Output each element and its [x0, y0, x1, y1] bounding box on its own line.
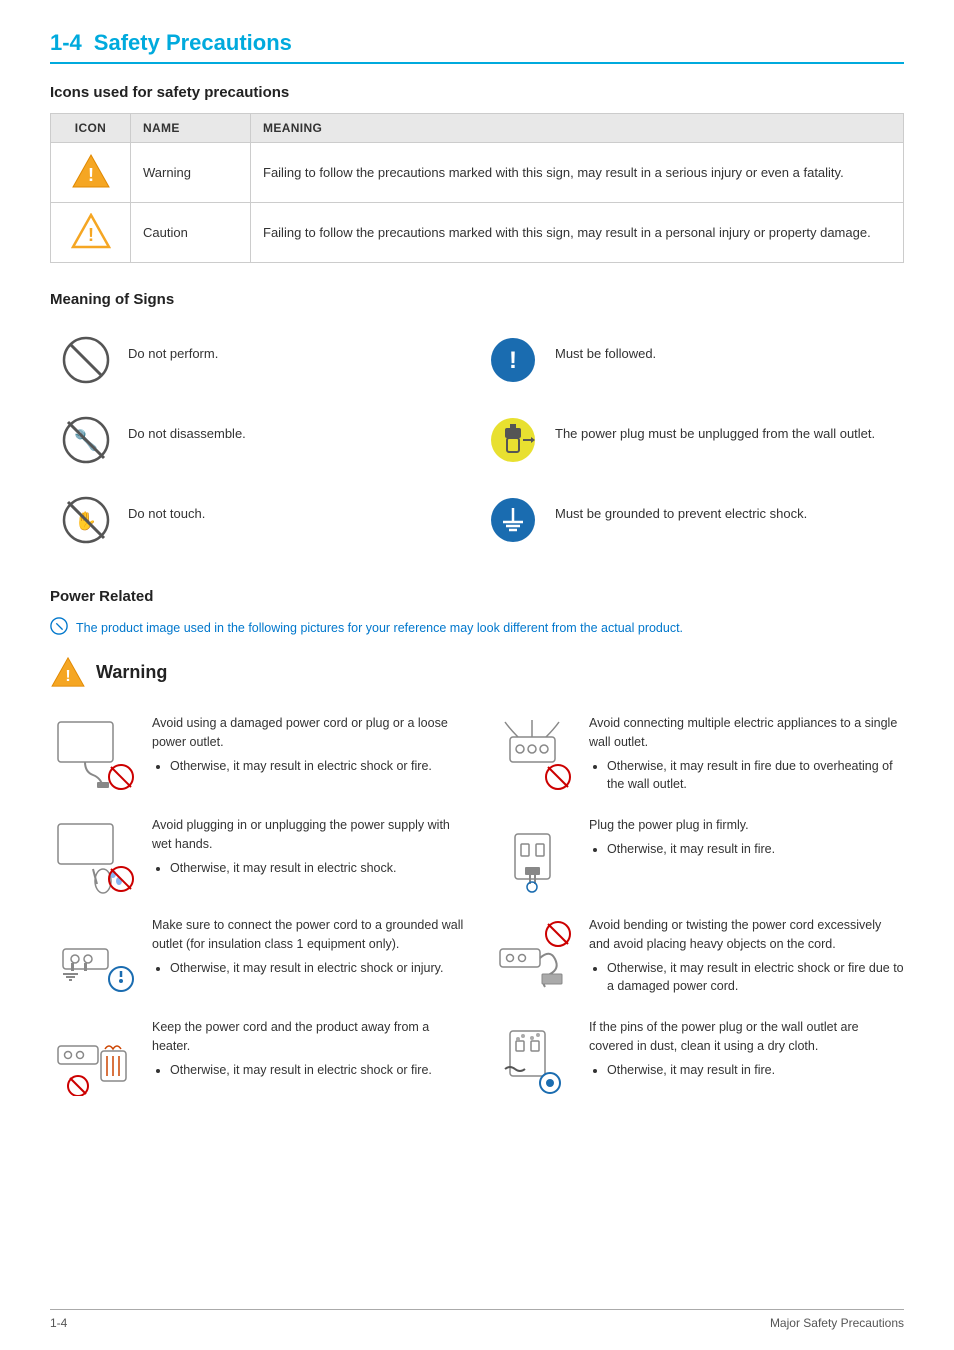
multiple-outlets-bullet: Otherwise, it may result in fire due to …	[607, 757, 904, 795]
warning-item-bending-cord: Avoid bending or twisting the power cord…	[487, 906, 904, 1008]
dust-content: If the pins of the power plug or the wal…	[589, 1018, 904, 1081]
section-title: Safety Precautions	[94, 30, 292, 56]
footer-section-name: Major Safety Precautions	[770, 1316, 904, 1330]
svg-text:!: !	[65, 668, 70, 685]
warning-meaning-cell: Failing to follow the precautions marked…	[251, 143, 904, 203]
dust-bullet: Otherwise, it may result in fire.	[607, 1061, 904, 1080]
plug-firmly-img	[487, 816, 577, 896]
page-header: 1-4 Safety Precautions	[50, 30, 904, 64]
no-touch-icon: ✋	[60, 494, 112, 546]
warning-banner-icon: !	[50, 656, 86, 688]
power-related-heading: Power Related	[50, 588, 904, 605]
warning-item-plug-firmly: Plug the power plug in firmly. Otherwise…	[487, 806, 904, 906]
multiple-outlets-img	[487, 714, 577, 794]
multiple-outlets-content: Avoid connecting multiple electric appli…	[589, 714, 904, 796]
col-header-icon: ICON	[51, 114, 131, 143]
ground-icon	[487, 494, 539, 546]
warning-item-heater: Keep the power cord and the product away…	[50, 1008, 467, 1108]
col-header-meaning: MEANING	[251, 114, 904, 143]
svg-text:!: !	[509, 347, 517, 374]
signs-grid: Do not perform. ! Must be followed. 🔧	[50, 320, 904, 560]
dust-text: If the pins of the power plug or the wal…	[589, 1018, 904, 1056]
damaged-cord-content: Avoid using a damaged power cord or plug…	[152, 714, 467, 777]
dust-img	[487, 1018, 577, 1098]
warning-item-damaged-cord: Avoid using a damaged power cord or plug…	[50, 704, 467, 806]
signs-section-heading: Meaning of Signs	[50, 291, 904, 308]
unplug-text: The power plug must be unplugged from th…	[555, 414, 875, 444]
unplug-icon	[487, 414, 539, 466]
bending-cord-img	[487, 916, 577, 996]
section-number: 1-4	[50, 30, 82, 56]
page-footer: 1-4 Major Safety Precautions	[50, 1309, 904, 1330]
no-perform-text: Do not perform.	[128, 334, 218, 364]
sign-item-ground: Must be grounded to prevent electric sho…	[477, 480, 904, 560]
heater-content: Keep the power cord and the product away…	[152, 1018, 467, 1081]
caution-icon-cell: !	[51, 203, 131, 263]
grounded-bullet: Otherwise, it may result in electric sho…	[170, 959, 467, 978]
wet-hands-bullet: Otherwise, it may result in electric sho…	[170, 859, 467, 878]
no-touch-text: Do not touch.	[128, 494, 205, 524]
wet-hands-content: Avoid plugging in or unplugging the powe…	[152, 816, 467, 879]
sign-item-no-disassemble: 🔧 Do not disassemble.	[50, 400, 477, 480]
grounded-content: Make sure to connect the power cord to a…	[152, 916, 467, 979]
table-row: ! Warning Failing to follow the precauti…	[51, 143, 904, 203]
multiple-outlets-text: Avoid connecting multiple electric appli…	[589, 714, 904, 752]
wet-hands-img	[50, 816, 140, 896]
ground-text: Must be grounded to prevent electric sho…	[555, 494, 807, 524]
warning-item-multiple-outlets: Avoid connecting multiple electric appli…	[487, 704, 904, 806]
warning-banner: ! Warning	[50, 656, 904, 688]
svg-text:!: !	[88, 165, 94, 185]
icons-table: ICON NAME MEANING ! Warning Failing to f…	[50, 113, 904, 263]
warning-item-wet-hands: Avoid plugging in or unplugging the powe…	[50, 806, 467, 906]
note-icon	[50, 617, 68, 638]
caution-name-cell: Caution	[131, 203, 251, 263]
sign-item-unplug: The power plug must be unplugged from th…	[477, 400, 904, 480]
caution-meaning-cell: Failing to follow the precautions marked…	[251, 203, 904, 263]
bending-cord-text: Avoid bending or twisting the power cord…	[589, 916, 904, 954]
table-row: ! Caution Failing to follow the precauti…	[51, 203, 904, 263]
power-related-section: Power Related The product image used in …	[50, 588, 904, 1108]
footer-page-num: 1-4	[50, 1316, 67, 1330]
heater-bullet: Otherwise, it may result in electric sho…	[170, 1061, 467, 1080]
plug-firmly-content: Plug the power plug in firmly. Otherwise…	[589, 816, 904, 861]
warning-items-grid: Avoid using a damaged power cord or plug…	[50, 704, 904, 1108]
sign-item-no-perform: Do not perform.	[50, 320, 477, 400]
warning-triangle-icon: !	[71, 153, 111, 189]
note-line: The product image used in the following …	[50, 617, 904, 638]
grounded-text: Make sure to connect the power cord to a…	[152, 916, 467, 954]
must-follow-text: Must be followed.	[555, 334, 656, 364]
warning-item-dust: If the pins of the power plug or the wal…	[487, 1008, 904, 1108]
caution-triangle-icon: !	[71, 213, 111, 249]
sign-item-no-touch: ✋ Do not touch.	[50, 480, 477, 560]
bending-cord-content: Avoid bending or twisting the power cord…	[589, 916, 904, 998]
heater-text: Keep the power cord and the product away…	[152, 1018, 467, 1056]
wet-hands-text: Avoid plugging in or unplugging the powe…	[152, 816, 467, 854]
warning-item-grounded: Make sure to connect the power cord to a…	[50, 906, 467, 1008]
damaged-cord-img	[50, 714, 140, 794]
page: 1-4 Safety Precautions Icons used for sa…	[0, 0, 954, 1350]
note-text: The product image used in the following …	[76, 621, 683, 635]
no-disassemble-icon: 🔧	[60, 414, 112, 466]
grounded-img	[50, 916, 140, 996]
icons-section-heading: Icons used for safety precautions	[50, 84, 904, 101]
col-header-name: NAME	[131, 114, 251, 143]
warning-name-cell: Warning	[131, 143, 251, 203]
must-follow-icon: !	[487, 334, 539, 386]
svg-text:!: !	[88, 225, 94, 245]
no-perform-icon	[60, 334, 112, 386]
damaged-cord-bullet: Otherwise, it may result in electric sho…	[170, 757, 467, 776]
sign-item-must-follow: ! Must be followed.	[477, 320, 904, 400]
warning-banner-text: Warning	[96, 662, 167, 683]
plug-firmly-bullet: Otherwise, it may result in fire.	[607, 840, 904, 859]
bending-cord-bullet: Otherwise, it may result in electric sho…	[607, 959, 904, 997]
warning-icon-cell: !	[51, 143, 131, 203]
no-disassemble-text: Do not disassemble.	[128, 414, 246, 444]
heater-img	[50, 1018, 140, 1098]
damaged-cord-text: Avoid using a damaged power cord or plug…	[152, 714, 467, 752]
plug-firmly-text: Plug the power plug in firmly.	[589, 816, 904, 835]
